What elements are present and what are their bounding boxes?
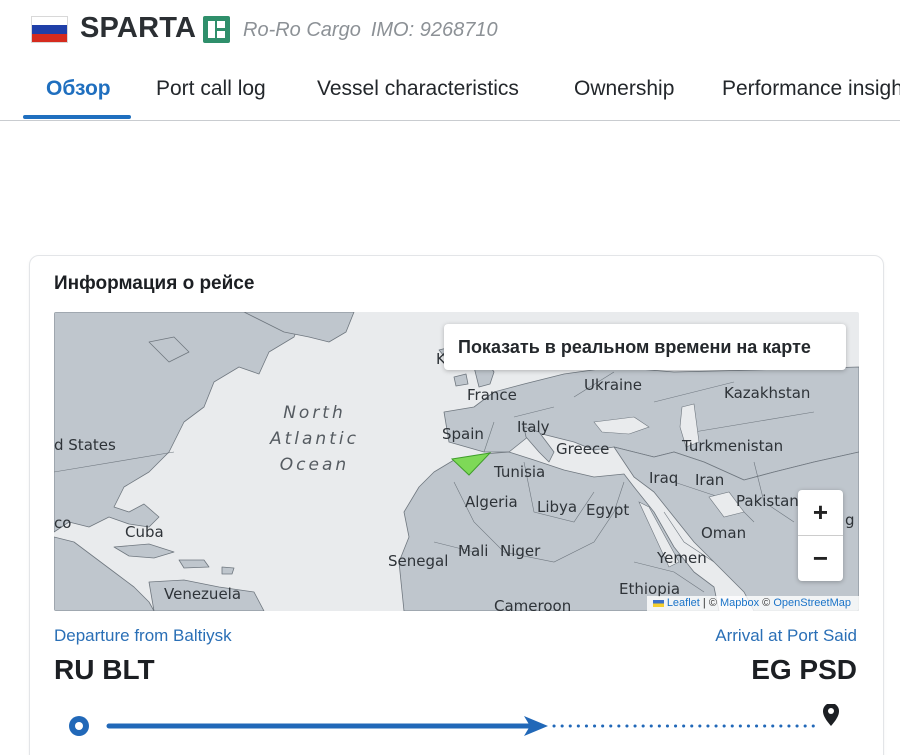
map-label: Yemen xyxy=(657,549,707,567)
map-label: Mali xyxy=(458,542,489,560)
zoom-control: + − xyxy=(798,490,843,581)
map-label: Italy xyxy=(517,418,550,436)
tab-ownership[interactable]: Ownership xyxy=(574,77,674,101)
map-label: Niger xyxy=(500,542,541,560)
map-label: co xyxy=(54,514,72,532)
attribution-separator: | © xyxy=(699,597,720,609)
map-label: Greece xyxy=(556,440,610,458)
map-label: Cameroon xyxy=(494,597,572,611)
tab-vessel-characteristics[interactable]: Vessel characteristics xyxy=(317,77,519,101)
map-label: Pakistan xyxy=(736,492,799,510)
vessel-name: SPARTA xyxy=(80,12,197,44)
map-label: Cuba xyxy=(125,523,164,541)
ocean-label-line: Atlantic xyxy=(270,429,359,449)
map-label: Iran xyxy=(695,471,725,489)
ocean-label-line: North xyxy=(283,403,346,423)
destination-pin-icon xyxy=(823,704,839,726)
zoom-in-button[interactable]: + xyxy=(798,490,843,535)
vessel-imo: IMO: 9268710 xyxy=(370,19,498,41)
openstreetmap-link[interactable]: OpenStreetMap xyxy=(773,597,851,609)
voyage-map[interactable]: North Atlantic Ocean d States Cuba co Ve… xyxy=(54,312,859,611)
map-label: Libya xyxy=(537,498,578,516)
vessel-header: SPARTA Ro-Ro Cargo IMO: 9268710 xyxy=(0,0,900,62)
map-label: Oman xyxy=(701,524,747,542)
map-label: Spain xyxy=(442,425,484,443)
leaflet-link[interactable]: Leaflet xyxy=(667,597,700,609)
departure-port-code: RU BLT xyxy=(54,654,155,685)
card-title: Информация о рейсе xyxy=(54,273,255,294)
map-label: Egypt xyxy=(586,501,630,519)
show-realtime-map-button[interactable]: Показать в реальном времени на карте xyxy=(444,324,846,370)
ocean-label-line: Ocean xyxy=(279,455,350,475)
map-attribution: Leaflet | © Mapbox © OpenStreetMap xyxy=(646,596,859,611)
tab-overview[interactable]: Обзор xyxy=(46,77,111,101)
flag-stripe-red xyxy=(32,33,67,42)
vessel-type: Ro-Ro Cargo xyxy=(243,19,361,41)
map-label: Iraq xyxy=(649,469,679,487)
map-label: Senegal xyxy=(388,552,449,570)
ocean-label: North Atlantic Ocean xyxy=(270,400,359,478)
map-label: d States xyxy=(54,436,116,454)
arrival-port-code: EG PSD xyxy=(751,654,857,685)
map-label: France xyxy=(467,386,517,404)
map-label: Algeria xyxy=(465,493,518,511)
map-label: Kazakhstan xyxy=(724,384,811,402)
departure-label[interactable]: Departure from Baltiysk xyxy=(54,626,232,646)
map-label: Venezuela xyxy=(164,585,242,603)
voyage-info-card: Информация о рейсе North Atlantic Ocean … xyxy=(29,255,884,755)
vessel-meta: Ro-Ro Cargo IMO: 9268710 xyxy=(243,19,498,42)
vessel-class-icon xyxy=(203,16,230,43)
tab-port-call-log[interactable]: Port call log xyxy=(156,77,266,101)
zoom-out-button[interactable]: − xyxy=(798,536,843,581)
flag-stripe-white xyxy=(32,17,67,26)
mapbox-link[interactable]: Mapbox xyxy=(720,597,759,609)
tab-performance-insights[interactable]: Performance insigh xyxy=(722,77,900,101)
map-label: Turkmenistan xyxy=(682,437,784,455)
attribution-separator: © xyxy=(759,597,774,609)
map-label: Tunisia xyxy=(494,463,546,481)
flag-stripe-blue xyxy=(32,25,67,34)
map-label: g xyxy=(845,511,855,529)
voyage-progress-route xyxy=(69,704,839,736)
russia-flag-icon xyxy=(31,16,68,43)
arrival-label[interactable]: Arrival at Port Said xyxy=(715,626,857,646)
active-tab-indicator xyxy=(23,115,131,119)
tab-bar: Обзор Port call log Vessel characteristi… xyxy=(0,62,900,121)
ukraine-flag-icon xyxy=(652,600,664,607)
map-label: Ukraine xyxy=(584,376,642,394)
